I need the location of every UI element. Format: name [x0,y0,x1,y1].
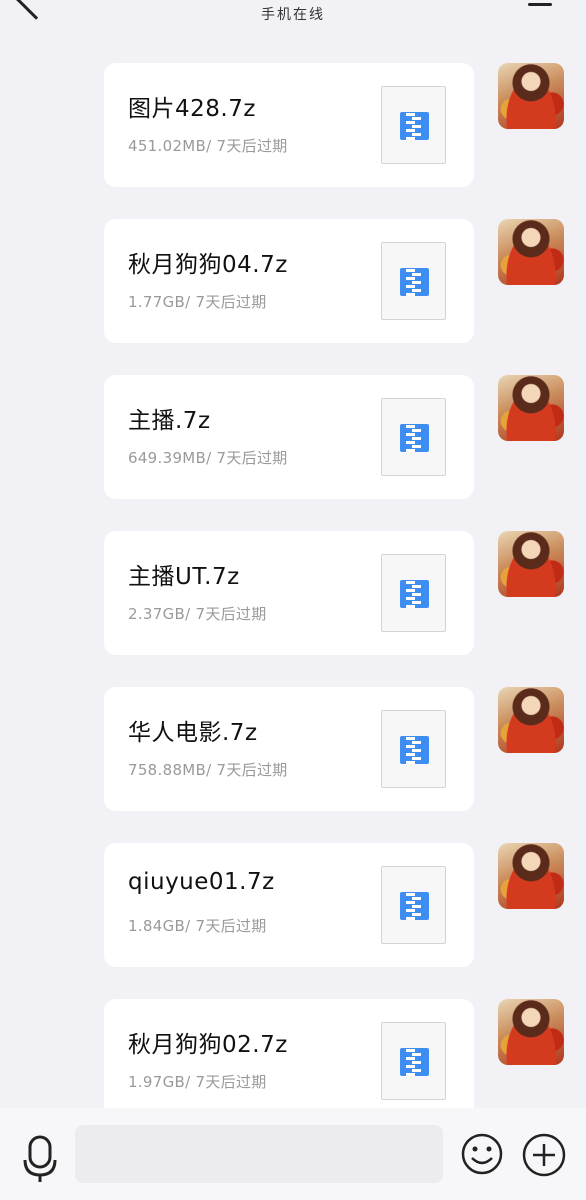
file-meta: 758.88MB/ 7天后过期 [128,761,288,779]
file-thumbnail [381,554,446,632]
smiley-icon[interactable] [460,1132,504,1176]
file-meta: 649.39MB/ 7天后过期 [128,449,288,467]
file-message-bubble[interactable]: 主播UT.7z 2.37GB/ 7天后过期 [104,531,474,655]
zip-file-icon [400,736,429,764]
file-message-bubble[interactable]: 华人电影.7z 758.88MB/ 7天后过期 [104,687,474,811]
file-name: qiuyue01.7z [128,869,275,895]
avatar[interactable] [498,63,564,129]
zip-file-icon [400,268,429,296]
file-name: 图片428.7z [128,96,256,122]
file-message-bubble[interactable]: 图片428.7z 451.02MB/ 7天后过期 [104,63,474,187]
message-row: 图片428.7z 451.02MB/ 7天后过期 [0,63,586,193]
avatar[interactable] [498,219,564,285]
zip-file-icon [400,1048,429,1076]
avatar[interactable] [498,843,564,909]
zip-file-icon [400,580,429,608]
file-thumbnail [381,1022,446,1100]
input-bar [0,1108,586,1200]
avatar[interactable] [498,375,564,441]
file-meta: 1.77GB/ 7天后过期 [128,293,267,311]
message-row: 华人电影.7z 758.88MB/ 7天后过期 [0,687,586,817]
file-thumbnail [381,242,446,320]
file-message-bubble[interactable]: 秋月狗狗02.7z 1.97GB/ 7天后过期 [104,999,474,1108]
zip-file-icon [400,424,429,452]
file-thumbnail [381,398,446,476]
message-row: qiuyue01.7z 1.84GB/ 7天后过期 [0,843,586,973]
file-meta: 451.02MB/ 7天后过期 [128,137,288,155]
avatar[interactable] [498,531,564,597]
message-row: 秋月狗狗04.7z 1.77GB/ 7天后过期 [0,219,586,349]
file-message-bubble[interactable]: 主播.7z 649.39MB/ 7天后过期 [104,375,474,499]
file-thumbnail [381,866,446,944]
message-row: 主播.7z 649.39MB/ 7天后过期 [0,375,586,505]
file-message-bubble[interactable]: qiuyue01.7z 1.84GB/ 7天后过期 [104,843,474,967]
file-thumbnail [381,710,446,788]
file-name: 华人电影.7z [128,720,258,746]
message-row: 主播UT.7z 2.37GB/ 7天后过期 [0,531,586,661]
avatar[interactable] [498,687,564,753]
file-meta: 2.37GB/ 7天后过期 [128,605,267,623]
file-name: 秋月狗狗04.7z [128,252,288,278]
plus-circle-icon[interactable] [521,1132,567,1178]
file-name: 主播UT.7z [128,564,240,590]
avatar[interactable] [498,999,564,1065]
file-meta: 1.84GB/ 7天后过期 [128,917,267,935]
file-name: 主播.7z [128,408,211,434]
message-list[interactable]: 图片428.7z 451.02MB/ 7天后过期秋月狗狗04.7z 1.77GB/ … [0,0,586,1108]
zip-file-icon [400,892,429,920]
file-message-bubble[interactable]: 秋月狗狗04.7z 1.77GB/ 7天后过期 [104,219,474,343]
zip-file-icon [400,112,429,140]
message-input[interactable] [75,1125,443,1183]
file-name: 秋月狗狗02.7z [128,1032,288,1058]
file-thumbnail [381,86,446,164]
message-row: 秋月狗狗02.7z 1.97GB/ 7天后过期 [0,999,586,1108]
file-meta: 1.97GB/ 7天后过期 [128,1073,267,1091]
microphone-icon[interactable] [22,1134,58,1184]
